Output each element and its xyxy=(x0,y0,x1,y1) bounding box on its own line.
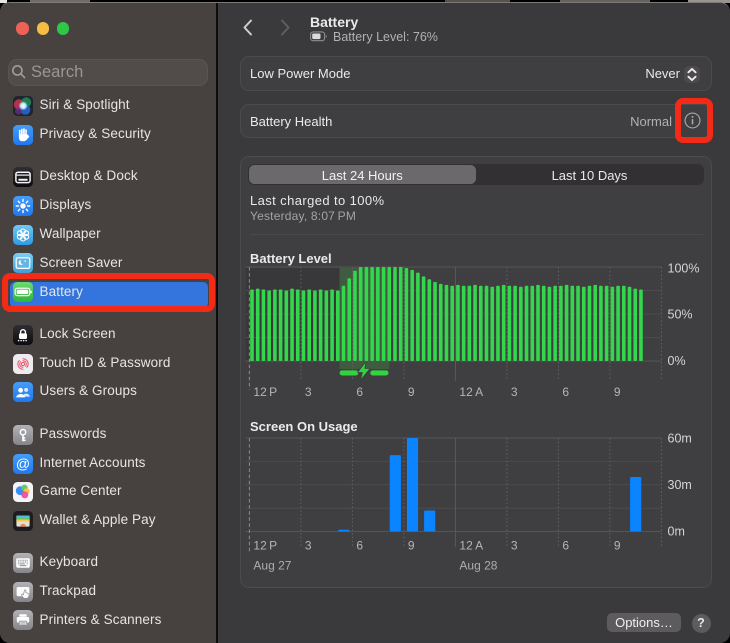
svg-text:Aug 28: Aug 28 xyxy=(459,558,497,572)
svg-text:0%: 0% xyxy=(668,354,686,368)
svg-text:3: 3 xyxy=(511,538,518,552)
svg-text:6: 6 xyxy=(562,385,569,399)
svg-text:12 A: 12 A xyxy=(459,538,483,552)
svg-text:50%: 50% xyxy=(668,307,693,321)
svg-text:9: 9 xyxy=(408,385,415,399)
svg-text:9: 9 xyxy=(614,385,621,399)
svg-text:@: @ xyxy=(16,455,30,471)
svg-text:12 P: 12 P xyxy=(253,385,277,399)
svg-text:6: 6 xyxy=(356,538,363,552)
svg-text:12 P: 12 P xyxy=(253,538,277,552)
svg-text:0m: 0m xyxy=(668,524,685,538)
svg-text:6: 6 xyxy=(356,385,363,399)
svg-text:60m: 60m xyxy=(668,431,692,445)
svg-text:Aug 27: Aug 27 xyxy=(253,558,291,572)
svg-text:30m: 30m xyxy=(668,478,692,492)
svg-text:9: 9 xyxy=(614,538,621,552)
svg-text:6: 6 xyxy=(562,538,569,552)
svg-text:3: 3 xyxy=(511,385,518,399)
svg-text:12 A: 12 A xyxy=(459,385,483,399)
svg-text:9: 9 xyxy=(408,538,415,552)
svg-text:3: 3 xyxy=(305,538,312,552)
svg-text:3: 3 xyxy=(305,385,312,399)
svg-text:100%: 100% xyxy=(668,261,700,275)
